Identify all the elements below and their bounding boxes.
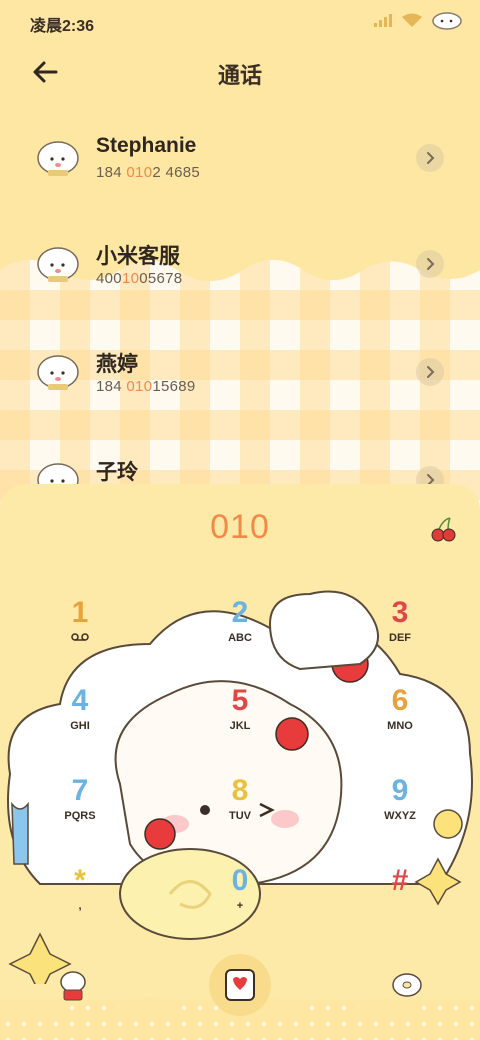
key-digit: 3 <box>391 596 409 629</box>
key-digit: * <box>74 864 86 897</box>
contact-row[interactable]: 燕婷 184 01015689 <box>0 334 480 414</box>
status-time: 凌晨2:36 <box>30 18 95 35</box>
key-letters: + <box>236 900 244 912</box>
key-letters: PQRS <box>64 810 96 822</box>
voicemail-icon <box>35 632 125 645</box>
key-digit: 9 <box>391 774 409 807</box>
call-icon <box>225 969 255 1001</box>
dial-key-7[interactable]: 7 PQRS <box>35 774 125 854</box>
key-digit: 2 <box>231 596 249 629</box>
dial-key-1[interactable]: 1 <box>35 596 125 676</box>
contact-row[interactable]: Stephanie 184 0102 4685 <box>0 120 480 200</box>
contact-name: 小米客服 <box>96 245 180 268</box>
key-letters: WXYZ <box>384 810 416 822</box>
contact-name: 燕婷 <box>96 353 138 376</box>
details-button[interactable] <box>416 144 444 172</box>
contact-number: 184 0102 4685 <box>96 164 201 181</box>
signal-icon <box>374 13 392 32</box>
key-digit: 5 <box>231 684 249 717</box>
key-digit: 8 <box>231 774 249 807</box>
donut-button[interactable] <box>390 970 424 1000</box>
contact-number: 184 01015689 <box>96 378 196 395</box>
sheep-avatar-icon <box>37 355 79 390</box>
dial-key-5[interactable]: 5 JKL <box>195 684 285 764</box>
key-digit: 7 <box>71 774 89 807</box>
key-digit: 0 <box>231 864 249 897</box>
chevron-right-icon <box>427 258 435 270</box>
dial-key-9[interactable]: 9 WXYZ <box>355 774 445 854</box>
dial-key-2[interactable]: 2 ABC <box>195 596 285 676</box>
page-title: 通话 <box>217 63 262 88</box>
dial-key-star[interactable]: * , <box>35 864 125 944</box>
chevron-right-icon <box>427 152 435 164</box>
key-digit: 4 <box>71 684 89 717</box>
battery-sheep-icon <box>432 10 462 35</box>
key-letters: MNO <box>387 720 413 732</box>
app-bar: 通话 <box>0 42 480 102</box>
sheep-menu-icon <box>60 971 86 1001</box>
key-letters: JKL <box>229 720 251 732</box>
details-button[interactable] <box>416 250 444 278</box>
key-letters: ABC <box>228 632 252 644</box>
dial-key-6[interactable]: 6 MNO <box>355 684 445 764</box>
cherry-icon <box>431 517 456 542</box>
contact-row[interactable]: 小米客服 4001005678 <box>0 226 480 306</box>
key-letters: DEF <box>389 632 411 644</box>
status-icons <box>374 10 462 35</box>
dial-key-8[interactable]: 8 TUV <box>195 774 285 854</box>
key-digit: # <box>391 864 409 897</box>
dial-key-0[interactable]: 0 + <box>195 864 285 944</box>
details-button[interactable] <box>416 358 444 386</box>
chevron-right-icon <box>427 366 435 378</box>
contact-number: 4001005678 <box>96 270 183 287</box>
key-letters: , <box>78 900 82 912</box>
key-digit: 6 <box>391 684 409 717</box>
key-letters: TUV <box>229 810 251 822</box>
dial-key-3[interactable]: 3 DEF <box>355 596 445 676</box>
wifi-icon <box>402 13 422 32</box>
sheep-avatar-icon <box>37 141 79 176</box>
status-bar: 凌晨2:36 <box>0 0 480 42</box>
donut-icon <box>392 973 422 997</box>
contact-name: 子玲 <box>96 461 138 484</box>
sheep-avatar-icon <box>37 247 79 282</box>
dial-key-4[interactable]: 4 GHI <box>35 684 125 764</box>
call-button[interactable] <box>209 954 271 1016</box>
key-digit: 1 <box>71 596 89 629</box>
dial-key-hash[interactable]: # <box>355 864 445 944</box>
contacts-button[interactable] <box>56 968 90 1002</box>
dialed-number: 010 <box>210 508 270 546</box>
key-letters: GHI <box>70 720 90 732</box>
contact-name: Stephanie <box>96 134 197 157</box>
